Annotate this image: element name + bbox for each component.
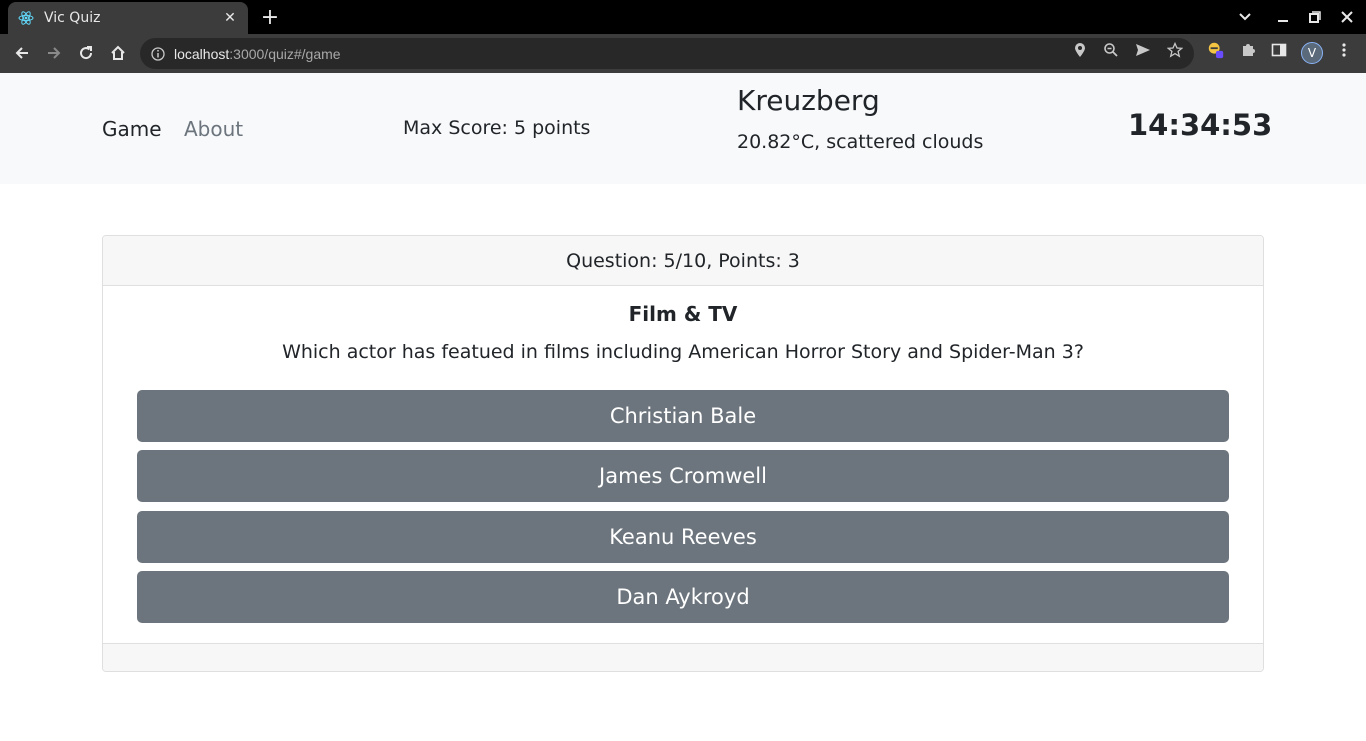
react-icon (18, 10, 34, 26)
weather-summary: 20.82°C, scattered clouds (737, 131, 984, 153)
url-host: localhost (174, 45, 230, 62)
card-footer (103, 643, 1263, 671)
answer-button[interactable]: Keanu Reeves (137, 511, 1229, 563)
minimize-icon[interactable] (1272, 6, 1294, 28)
question-category: Film & TV (628, 302, 738, 326)
extension-color-icon[interactable] (1207, 41, 1225, 59)
browser-tab[interactable]: Vic Quiz ✕ (8, 2, 248, 34)
reload-icon[interactable] (74, 41, 98, 65)
browser-toolbar: localhost:3000/quiz#/game V (0, 34, 1366, 73)
max-score-text: Max Score: 5 points (403, 117, 591, 139)
browser-tab-bar: Vic Quiz ✕ + (0, 0, 1366, 34)
restore-icon[interactable] (1304, 6, 1326, 28)
tab-title: Vic Quiz (44, 10, 101, 26)
quiz-progress-header: Question: 5/10, Points: 3 (103, 236, 1263, 286)
question-text: Which actor has featued in films includi… (282, 341, 1084, 363)
profile-avatar[interactable]: V (1301, 42, 1323, 64)
nav-link-about[interactable]: About (184, 117, 243, 141)
tab-search-icon[interactable] (1234, 6, 1256, 28)
forward-icon[interactable] (42, 41, 66, 65)
answer-button[interactable]: Dan Aykroyd (137, 571, 1229, 623)
back-icon[interactable] (10, 41, 34, 65)
home-icon[interactable] (106, 41, 130, 65)
close-window-icon[interactable] (1336, 6, 1358, 28)
side-panel-icon[interactable] (1270, 41, 1288, 59)
answer-button[interactable]: Christian Bale (137, 390, 1229, 442)
tab-close-icon[interactable]: ✕ (222, 10, 238, 26)
new-tab-icon[interactable]: + (258, 5, 282, 30)
send-icon[interactable] (1134, 41, 1152, 59)
menu-kebab-icon[interactable] (1335, 41, 1353, 59)
answer-button[interactable]: James Cromwell (137, 450, 1229, 502)
url-path: :3000/quiz#/game (229, 45, 341, 62)
bookmark-star-icon[interactable] (1166, 41, 1184, 59)
location-icon[interactable] (1071, 41, 1089, 59)
quiz-card: Question: 5/10, Points: 3 Film & TV Whic… (102, 235, 1264, 672)
zoom-icon[interactable] (1102, 41, 1120, 59)
clock: 14:34:53 (1128, 108, 1273, 142)
nav-link-game[interactable]: Game (102, 117, 162, 141)
url-text: localhost:3000/quiz#/game (174, 46, 341, 62)
site-info-icon[interactable] (150, 46, 166, 62)
address-bar[interactable]: localhost:3000/quiz#/game (140, 38, 1194, 69)
weather-city: Kreuzberg (737, 84, 880, 117)
extensions-puzzle-icon[interactable] (1239, 41, 1257, 59)
